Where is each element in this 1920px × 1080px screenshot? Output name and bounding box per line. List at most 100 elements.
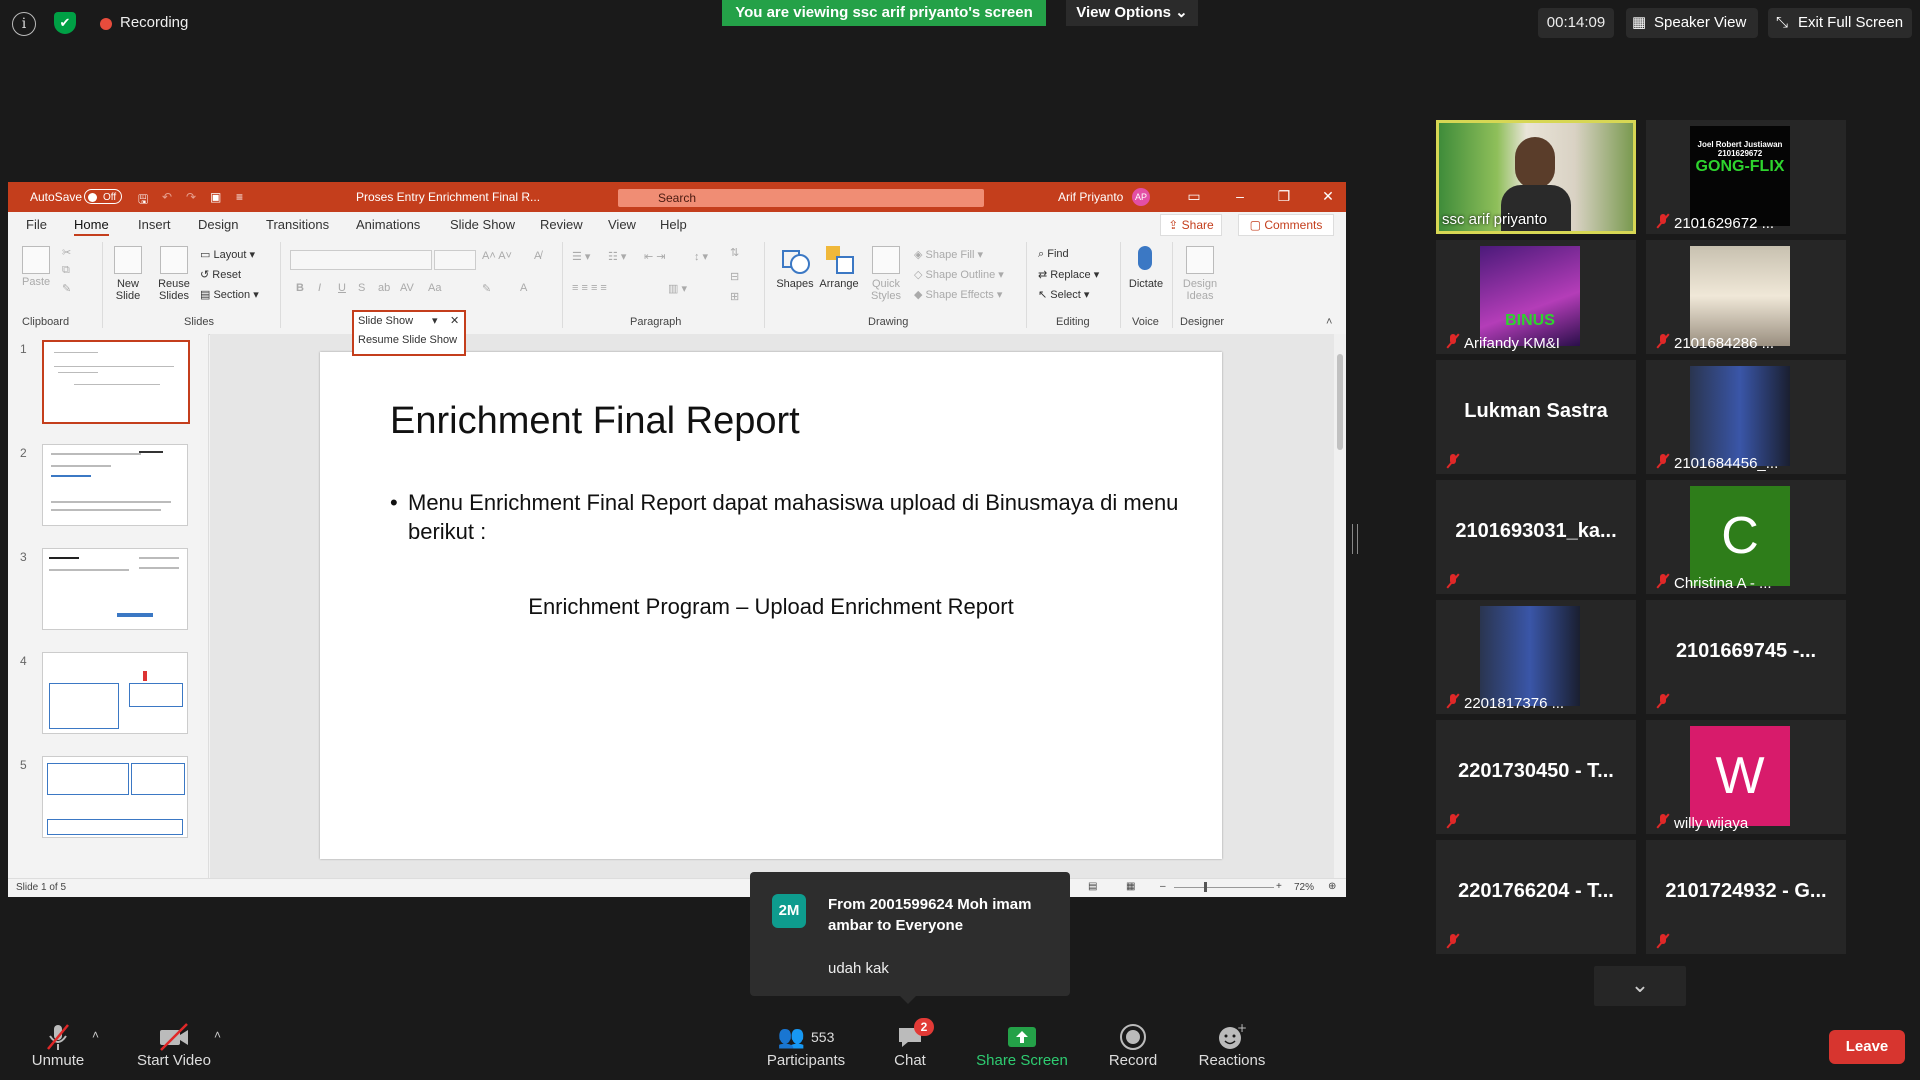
tab-help[interactable]: Help <box>660 217 687 232</box>
undo-icon[interactable]: ↶ <box>162 190 172 204</box>
popup-close-icon[interactable]: ✕ <box>450 314 459 327</box>
tab-design[interactable]: Design <box>198 217 238 232</box>
customize-toolbar-icon[interactable]: ≡ <box>236 190 243 204</box>
participant-tile[interactable]: Lukman Sastra <box>1436 360 1636 474</box>
document-title[interactable]: Proses Entry Enrichment Final R... <box>356 190 540 204</box>
find-button[interactable]: ⌕ Find <box>1038 248 1069 261</box>
align-text-icon[interactable]: ⊟ <box>730 270 739 283</box>
normal-view-icon[interactable]: ▤ <box>1088 881 1097 892</box>
bold-icon[interactable]: B <box>296 282 304 294</box>
record-button[interactable]: Record <box>1100 1022 1166 1069</box>
shadow-icon[interactable]: S <box>358 282 365 294</box>
zoom-slider[interactable] <box>1174 887 1274 888</box>
participant-tile[interactable]: BINUS Arifandy KM&I <box>1436 240 1636 354</box>
arrange-icon[interactable] <box>826 246 854 274</box>
save-icon[interactable]: 🖫 <box>138 190 148 211</box>
minimize-icon[interactable]: – <box>1230 188 1250 204</box>
restore-icon[interactable]: ❐ <box>1274 188 1294 205</box>
chat-notification[interactable]: 2M From 2001599624 Moh imam ambar to Eve… <box>750 872 1070 1004</box>
slide-thumbnail-2[interactable] <box>42 444 188 526</box>
shape-outline-button[interactable]: ◇ Shape Outline ▾ <box>914 268 1004 281</box>
slide-thumbnail-1[interactable] <box>42 340 190 424</box>
avatar[interactable]: AP <box>1132 188 1150 206</box>
fit-slide-icon[interactable]: ⊕ <box>1328 881 1336 892</box>
info-icon[interactable]: i <box>12 12 36 36</box>
align-icons[interactable]: ≡ ≡ ≡ ≡ <box>572 282 607 294</box>
redo-icon[interactable]: ↷ <box>186 190 196 204</box>
user-name[interactable]: Arif Priyanto <box>1058 190 1123 204</box>
panel-splitter-handle[interactable] <box>1352 524 1358 554</box>
shape-effects-button[interactable]: ◆ Shape Effects ▾ <box>914 288 1002 301</box>
new-slide-label[interactable]: New Slide <box>106 278 150 302</box>
share-screen-button[interactable]: Share Screen <box>972 1022 1072 1069</box>
shapes-icon[interactable] <box>782 246 810 274</box>
tab-animations[interactable]: Animations <box>356 217 420 232</box>
highlight-icon[interactable]: ✎ <box>482 282 491 295</box>
quick-styles-icon[interactable] <box>872 246 900 274</box>
text-direction-icon[interactable]: ⇅ <box>730 246 739 259</box>
layout-button[interactable]: ▭ Layout ▾ <box>200 248 255 261</box>
zoom-out-icon[interactable]: – <box>1160 881 1166 892</box>
grow-font-icon[interactable]: A˄ A˅ <box>482 250 512 262</box>
paste-icon[interactable] <box>22 246 50 274</box>
participant-tile[interactable]: 2101684286 ... <box>1646 240 1846 354</box>
slide-bullet[interactable]: Menu Enrichment Final Report dapat mahas… <box>390 488 1208 546</box>
shapes-label[interactable]: Shapes <box>770 278 820 290</box>
copy-icon[interactable]: ⧉ <box>62 264 70 277</box>
font-name-select[interactable] <box>290 250 432 270</box>
line-spacing-icon[interactable]: ↕ ▾ <box>694 250 708 263</box>
format-painter-icon[interactable]: ✎ <box>62 282 71 295</box>
smartart-icon[interactable]: ⊞ <box>730 290 739 303</box>
participant-tile[interactable]: Wwilly wijaya <box>1646 720 1846 834</box>
gallery-next-page-button[interactable]: ⌄ <box>1594 966 1686 1006</box>
reuse-slides-icon[interactable] <box>160 246 188 274</box>
section-button[interactable]: ▤ Section ▾ <box>200 288 259 301</box>
participant-tile[interactable]: 2101684456_... <box>1646 360 1846 474</box>
new-slide-icon[interactable] <box>114 246 142 274</box>
slide-thumbnail-4[interactable] <box>42 652 188 734</box>
resume-slide-show-button[interactable]: Resume Slide Show <box>358 334 457 346</box>
reuse-slides-label[interactable]: Reuse Slides <box>154 278 194 302</box>
slide-sorter-icon[interactable]: ▦ <box>1126 881 1135 892</box>
participant-tile[interactable]: 2101724932 - G... <box>1646 840 1846 954</box>
participant-tile[interactable]: 2201817376 ... <box>1436 600 1636 714</box>
design-ideas-label[interactable]: Design Ideas <box>1178 278 1222 302</box>
participant-tile[interactable]: 2201766204 - T... <box>1436 840 1636 954</box>
current-slide[interactable]: Enrichment Final Report Menu Enrichment … <box>320 352 1222 859</box>
zoom-slider-thumb[interactable] <box>1204 882 1207 892</box>
participant-tile[interactable]: 2101669745 -... <box>1646 600 1846 714</box>
char-spacing-icon[interactable]: AV <box>400 282 414 294</box>
change-case-icon[interactable]: Aa <box>428 282 441 294</box>
columns-icon[interactable]: ▥ ▾ <box>668 282 687 295</box>
dictate-label[interactable]: Dictate <box>1124 278 1168 290</box>
slide-subtitle[interactable]: Enrichment Program – Upload Enrichment R… <box>320 594 1222 620</box>
start-video-button[interactable]: Start Video <box>130 1022 218 1069</box>
autosave-toggle[interactable]: Off <box>84 189 122 204</box>
clear-format-icon[interactable]: A̸ <box>534 250 541 262</box>
participant-tile[interactable]: C Christina A - ... <box>1646 480 1846 594</box>
tab-file[interactable]: File <box>26 217 47 232</box>
participant-tile[interactable]: 2101693031_ka... <box>1436 480 1636 594</box>
strikethrough-icon[interactable]: ab <box>378 282 390 294</box>
ppt-search-box[interactable]: Search <box>618 189 984 207</box>
popup-dropdown-icon[interactable]: ▾ <box>432 314 438 327</box>
italic-icon[interactable]: I <box>318 282 321 294</box>
ribbon-display-icon[interactable]: ▭ <box>1184 188 1204 205</box>
bullets-icon[interactable]: ☰ ▾ <box>572 250 590 263</box>
speaker-view-button[interactable]: ▦ Speaker View <box>1626 8 1758 38</box>
view-options-button[interactable]: View Options ⌄ <box>1066 0 1198 26</box>
reactions-button[interactable]: + Reactions <box>1194 1022 1270 1069</box>
cut-icon[interactable]: ✂ <box>62 246 71 259</box>
tab-view[interactable]: View <box>608 217 636 232</box>
tab-review[interactable]: Review <box>540 217 583 232</box>
numbering-icon[interactable]: ☷ ▾ <box>608 250 626 263</box>
shield-icon[interactable]: ✔ <box>54 12 76 34</box>
scrollbar-thumb[interactable] <box>1337 354 1343 450</box>
slide-thumbnail-5[interactable] <box>42 756 188 838</box>
underline-icon[interactable]: U <box>338 282 346 294</box>
audio-options-caret[interactable]: ˄ <box>92 1028 99 1042</box>
shape-fill-button[interactable]: ◈ Shape Fill ▾ <box>914 248 983 261</box>
indent-icon[interactable]: ⇤ ⇥ <box>644 250 666 263</box>
microphone-icon[interactable] <box>1138 246 1152 270</box>
video-options-caret[interactable]: ˄ <box>214 1028 221 1042</box>
